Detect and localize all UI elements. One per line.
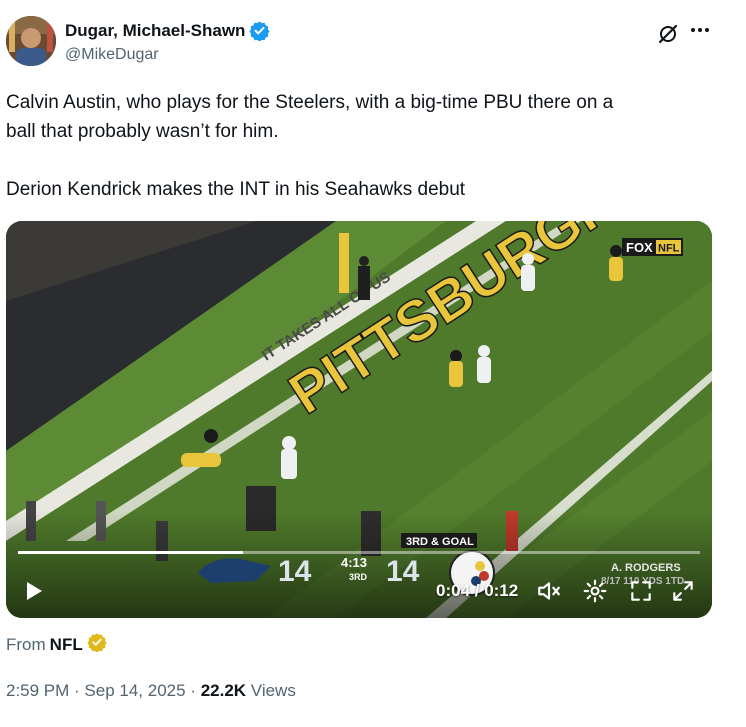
from-source-name[interactable]: NFL: [50, 635, 83, 655]
author-name-row: Dugar, Michael-Shawn: [65, 20, 271, 42]
tweet-text: Calvin Austin, who plays for the Steeler…: [6, 88, 706, 204]
play-icon[interactable]: [22, 579, 46, 603]
game-quarter: 3RD: [349, 572, 368, 582]
attribution-row: From NFL: [6, 632, 107, 657]
more-options-icon[interactable]: [686, 18, 714, 46]
fullscreen-icon[interactable]: [670, 578, 696, 604]
volume-muted-icon[interactable]: [536, 578, 562, 604]
tweet-header: Dugar, Michael-Shawn @MikeDugar: [6, 14, 736, 70]
picture-in-picture-icon[interactable]: [628, 578, 654, 604]
from-label: From: [6, 634, 46, 654]
views-label: Views: [246, 681, 296, 700]
player-stat-name: A. RODGERS: [611, 562, 681, 574]
tweet-text-line: ball that probably wasn’t for him.: [6, 121, 279, 142]
tweet-text-line: Derion Kendrick makes the INT in his Sea…: [6, 179, 466, 200]
avatar[interactable]: [6, 16, 56, 66]
tweet-meta: 2:59 PM · Sep 14, 2025 · 22.2K Views: [6, 681, 296, 700]
network-logo: FOX NFL: [622, 238, 683, 256]
svg-text:NFL: NFL: [658, 243, 680, 255]
verified-badge-icon: [249, 20, 271, 42]
video-progress-bar[interactable]: [18, 551, 700, 554]
settings-gear-icon[interactable]: [582, 578, 608, 604]
author-handle[interactable]: @MikeDugar: [65, 46, 159, 64]
game-clock: 4:13: [341, 555, 367, 570]
views-count: 22.2K: [200, 681, 247, 700]
verified-gold-badge-icon: [87, 632, 107, 657]
tweet-date[interactable]: Sep 14, 2025: [84, 681, 185, 700]
video-player[interactable]: IT TAKES ALL OF US PITTSBURGH FOX NFL 3R…: [6, 221, 712, 618]
video-frame: IT TAKES ALL OF US PITTSBURGH FOX NFL 3R…: [6, 221, 712, 618]
video-time: 0:04 / 0:12: [436, 581, 519, 600]
author-display-name[interactable]: Dugar, Michael-Shawn: [65, 21, 245, 41]
grok-icon[interactable]: [656, 22, 680, 46]
down-distance: 3RD & GOAL: [406, 536, 474, 548]
tweet-time[interactable]: 2:59 PM: [6, 681, 69, 700]
away-score: 14: [278, 555, 312, 588]
video-progress-fill: [18, 551, 244, 554]
tweet-text-line: Calvin Austin, who plays for the Steeler…: [6, 92, 614, 113]
home-score: 14: [386, 555, 420, 588]
svg-text:FOX: FOX: [626, 240, 653, 255]
